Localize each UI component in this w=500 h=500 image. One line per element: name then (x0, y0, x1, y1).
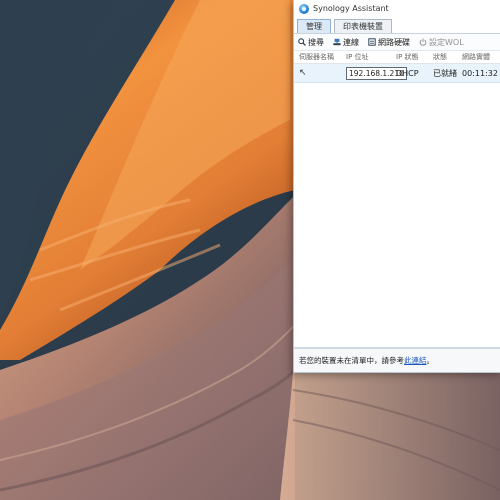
window-title: Synology Assistant (313, 4, 389, 13)
status-bar: 若您的裝置未在清單中，請參考 此連結。 (294, 347, 500, 372)
network-drive-button[interactable]: 網路硬碟 (368, 37, 410, 48)
table-header: 伺服器名稱 IP 位址 IP 狀態 狀態 網路實體 (294, 51, 500, 64)
synology-assistant-window: Synology Assistant 管理 印表機裝置 搜尋 連線 網路硬碟 設… (293, 0, 500, 373)
tab-management[interactable]: 管理 (297, 19, 331, 33)
cell-status: 已就緒 (433, 68, 457, 78)
search-icon (298, 38, 306, 46)
help-link[interactable]: 此連結 (404, 355, 427, 366)
column-header-ip-address[interactable]: IP 位址 (346, 52, 396, 62)
network-drive-icon (368, 38, 376, 46)
status-text: 若您的裝置未在清單中，請參考 (299, 356, 404, 365)
status-suffix: 。 (426, 356, 435, 365)
title-bar[interactable]: Synology Assistant (294, 0, 500, 17)
search-button[interactable]: 搜尋 (298, 37, 324, 48)
connect-button[interactable]: 連線 (333, 37, 359, 48)
power-icon (419, 38, 427, 46)
mouse-cursor-icon: ↖ (299, 68, 307, 78)
cell-ip-address: 192.168.1.210 (346, 66, 407, 80)
synology-logo-icon (299, 3, 309, 14)
wol-button[interactable]: 設定WOL (419, 37, 464, 48)
device-table: 伺服器名稱 IP 位址 IP 狀態 狀態 網路實體 ↖ 192.168.1.21… (294, 51, 500, 83)
cell-ip-status: DHCP (396, 68, 419, 78)
search-label: 搜尋 (308, 37, 324, 47)
column-header-status[interactable]: 狀態 (433, 52, 462, 62)
cell-mac: 00:11:32 (462, 68, 498, 78)
tab-printer-devices[interactable]: 印表機裝置 (334, 19, 392, 33)
network-drive-label: 網路硬碟 (378, 37, 410, 47)
column-header-mac[interactable]: 網路實體 (462, 52, 500, 62)
connect-label: 連線 (343, 37, 359, 47)
toolbar: 搜尋 連線 網路硬碟 設定WOL (294, 34, 500, 51)
cell-server-name: ↖ (294, 68, 346, 78)
column-header-ip-status[interactable]: IP 狀態 (396, 52, 433, 62)
connect-icon (333, 38, 341, 46)
table-row[interactable]: ↖ 192.168.1.210 DHCP 已就緒 00:11:32 (294, 64, 500, 83)
tab-bar: 管理 印表機裝置 (294, 17, 500, 34)
wol-label: 設定WOL (429, 37, 464, 47)
column-header-server-name[interactable]: 伺服器名稱 (294, 52, 346, 62)
